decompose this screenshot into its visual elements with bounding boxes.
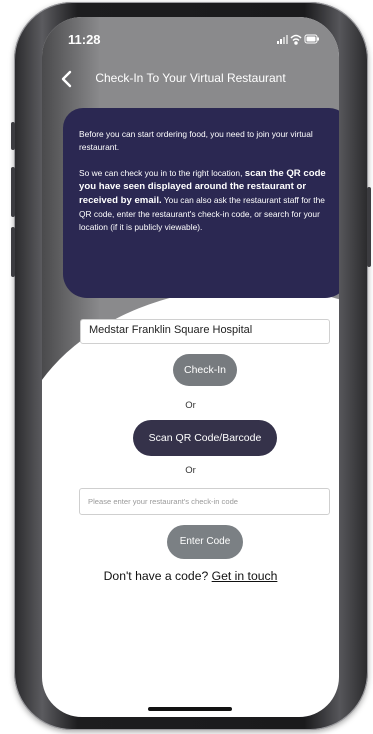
or-divider-1: Or <box>185 400 196 411</box>
enter-code-button[interactable]: Enter Code <box>167 525 243 559</box>
scan-qr-button[interactable]: Scan QR Code/Barcode <box>133 420 277 456</box>
check-in-code-input[interactable]: Please enter your restaurant's check-in … <box>79 488 330 515</box>
battery-icon <box>304 34 319 44</box>
or-divider-2: Or <box>185 465 196 476</box>
status-bar: 11:28 <box>42 17 339 61</box>
phone-power-button <box>367 187 371 267</box>
home-indicator[interactable] <box>148 707 232 711</box>
status-icons <box>277 34 319 45</box>
info-paragraph-1: Before you can start ordering food, you … <box>79 129 313 152</box>
check-in-button[interactable]: Check-In <box>173 354 237 386</box>
phone-volume-down <box>11 227 15 277</box>
page-title: Check-In To Your Virtual Restaurant <box>95 71 286 85</box>
nav-bar: Check-In To Your Virtual Restaurant <box>42 63 339 95</box>
get-in-touch-link[interactable]: Get in touch <box>212 569 278 583</box>
info-text: So we can check you in to the right loca… <box>79 167 245 178</box>
status-time: 11:28 <box>68 32 101 47</box>
wifi-icon <box>290 34 302 45</box>
app-screen: 11:28 Check-In To Your Virtual Restauran… <box>42 17 339 717</box>
info-paragraph-2: So we can check you in to the right loca… <box>79 167 331 234</box>
signal-icon <box>277 35 288 44</box>
phone-volume-up <box>11 167 15 217</box>
phone-side-button <box>11 122 15 150</box>
info-card: Before you can start ordering food, you … <box>63 108 339 298</box>
location-search-input[interactable]: Medstar Franklin Square Hospital <box>80 319 330 344</box>
no-code-prompt: Don't have a code? Get in touch <box>42 569 339 583</box>
no-code-text: Don't have a code? <box>103 569 212 583</box>
